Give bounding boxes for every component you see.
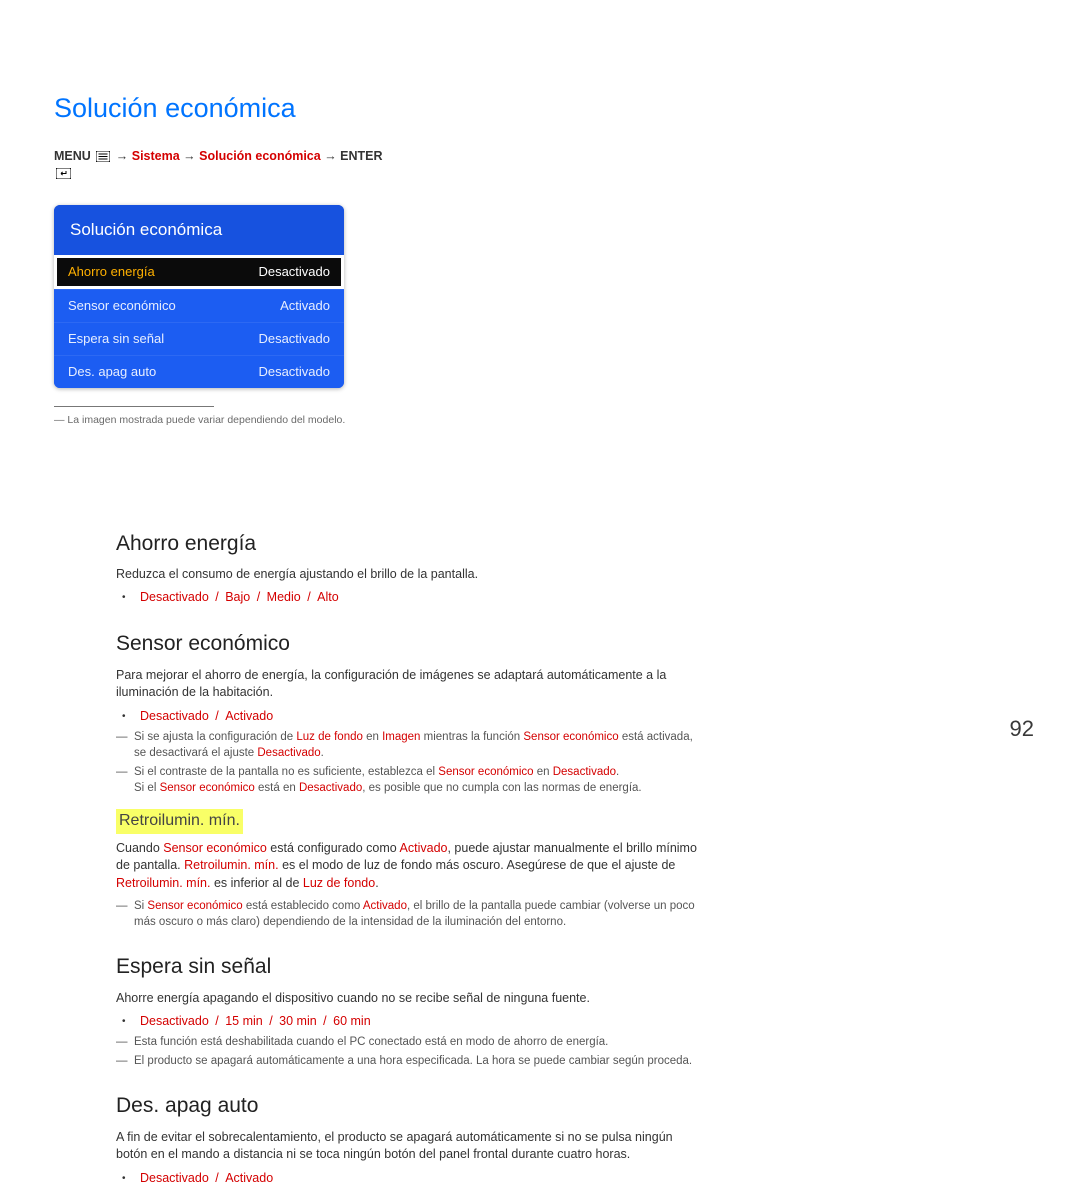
sensor-note-1: ― Si se ajusta la configuración de Luz d… xyxy=(116,729,706,761)
dash-icon: ― xyxy=(116,1034,134,1050)
menu-item-selected[interactable]: Ahorro energía Desactivado xyxy=(54,255,344,289)
dash-icon: ― xyxy=(116,1053,134,1069)
bullet-icon: • xyxy=(116,708,140,726)
section-desc-espera: Ahorre energía apagando el dispositivo c… xyxy=(116,990,706,1008)
options-espera: • Desactivado / 15 min / 30 min / 60 min xyxy=(116,1013,706,1031)
espera-note-2: ― El producto se apagará automáticamente… xyxy=(116,1053,706,1069)
page-title: Solución económica xyxy=(54,90,394,128)
sensor-note-2: ― Si el contraste de la pantalla no es s… xyxy=(116,764,706,796)
menu-header: Solución económica xyxy=(54,205,344,255)
page-number: 92 xyxy=(1010,714,1034,745)
section-title-ahorro: Ahorro energía xyxy=(116,529,706,558)
menu-item-value: Activado xyxy=(280,297,330,315)
espera-note-1: ― Esta función está deshabilitada cuando… xyxy=(116,1034,706,1050)
breadcrumb-solucion: Solución económica xyxy=(199,149,321,163)
menu-item-value: Desactivado xyxy=(258,330,330,348)
divider xyxy=(54,406,214,407)
breadcrumb: MENU → Sistema → Solución económica → EN… xyxy=(54,148,394,183)
options-ahorro: • Desactivado / Bajo / Medio / Alto xyxy=(116,589,706,607)
section-title-apag: Des. apag auto xyxy=(116,1091,706,1120)
dash-icon: ― xyxy=(116,764,134,796)
breadcrumb-sistema: Sistema xyxy=(132,149,180,163)
left-column: Solución económica MENU → Sistema → Solu… xyxy=(54,0,394,429)
dash-icon: ― xyxy=(116,729,134,761)
menu-note: ― La imagen mostrada puede variar depend… xyxy=(54,413,394,428)
options-apag: • Desactivado / Activado xyxy=(116,1170,706,1188)
options-sensor: • Desactivado / Activado xyxy=(116,708,706,726)
menu-item-value: Desactivado xyxy=(258,263,330,281)
section-title-sensor: Sensor económico xyxy=(116,629,706,658)
bullet-icon: • xyxy=(116,1170,140,1188)
menu-item[interactable]: Sensor económico Activado xyxy=(54,289,344,322)
bullet-icon: • xyxy=(116,1013,140,1031)
retro-note: ― Si Sensor económico está establecido c… xyxy=(116,898,706,930)
menu-item[interactable]: Des. apag auto Desactivado xyxy=(54,355,344,388)
breadcrumb-menu: MENU xyxy=(54,149,91,163)
bullet-icon: • xyxy=(116,589,140,607)
menu-box: Solución económica Ahorro energía Desact… xyxy=(54,205,344,389)
menu-item-value: Desactivado xyxy=(258,363,330,381)
menu-item-label: Ahorro energía xyxy=(68,263,155,281)
right-column: Ahorro energía Reduzca el consumo de ene… xyxy=(54,429,706,1191)
section-title-espera: Espera sin señal xyxy=(116,952,706,981)
menu-item[interactable]: Espera sin señal Desactivado xyxy=(54,322,344,355)
section-desc-apag: A fin de evitar el sobrecalentamiento, e… xyxy=(116,1129,706,1164)
menu-item-label: Espera sin señal xyxy=(68,330,164,348)
menu-item-label: Des. apag auto xyxy=(68,363,156,381)
manual-page: Solución económica MENU → Sistema → Solu… xyxy=(0,0,1080,763)
enter-icon xyxy=(56,168,71,179)
retro-paragraph: Cuando Sensor económico está configurado… xyxy=(116,840,706,893)
subsection-title-retro: Retroilumin. mín. xyxy=(116,809,243,833)
section-desc-sensor: Para mejorar el ahorro de energía, la co… xyxy=(116,667,706,702)
dash-icon: ― xyxy=(116,898,134,930)
menu-icon xyxy=(96,151,110,162)
section-desc-ahorro: Reduzca el consumo de energía ajustando … xyxy=(116,566,706,584)
breadcrumb-enter: ENTER xyxy=(340,149,382,163)
menu-item-label: Sensor económico xyxy=(68,297,176,315)
